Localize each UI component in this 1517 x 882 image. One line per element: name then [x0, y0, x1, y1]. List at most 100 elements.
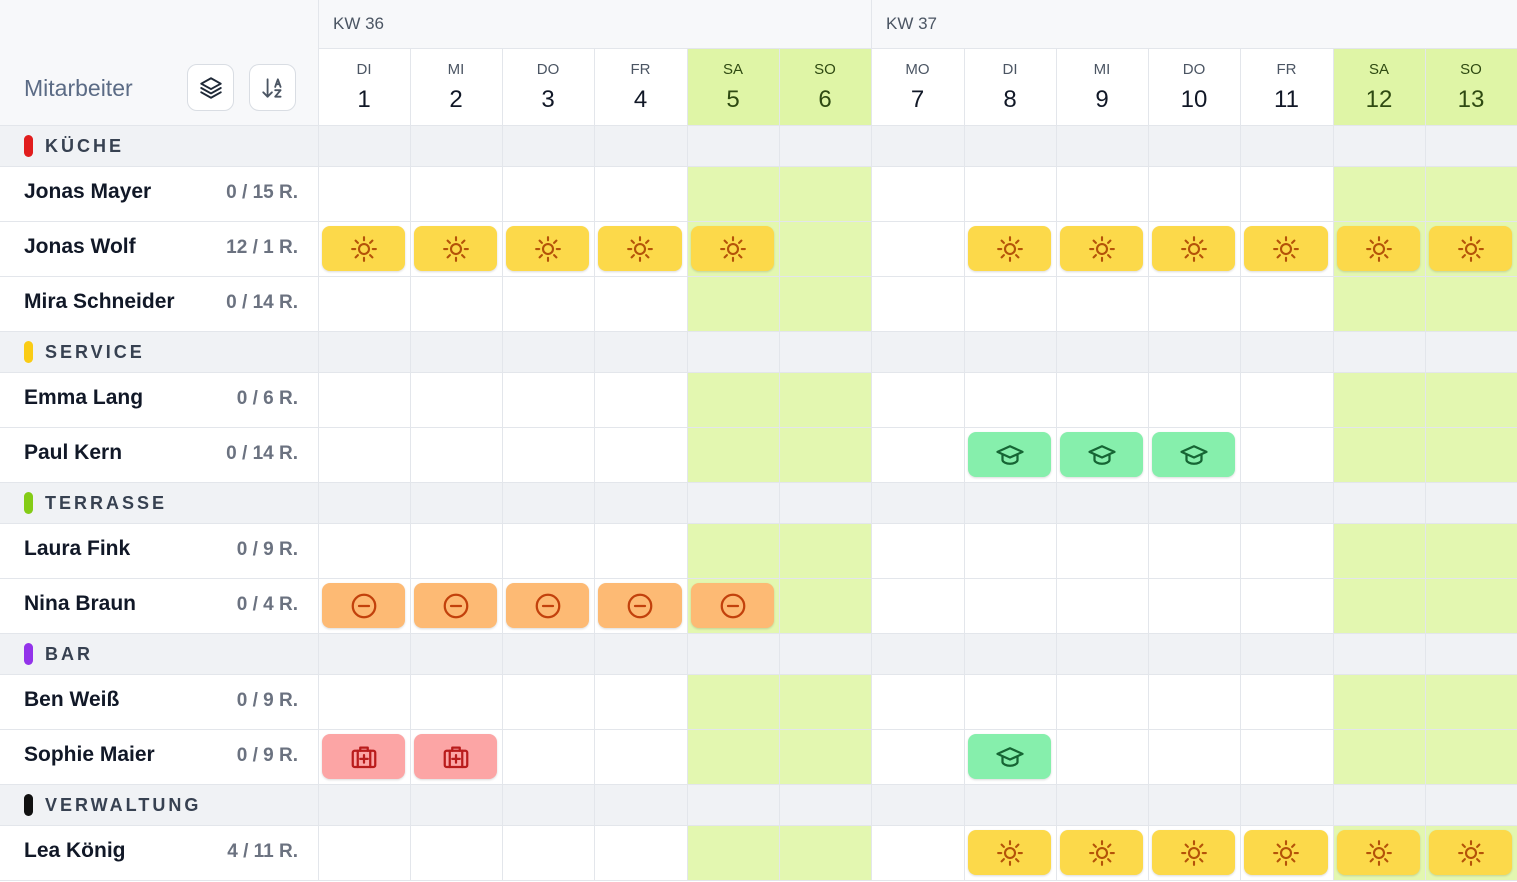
employee-name: Jonas Mayer	[24, 180, 152, 203]
absence-planner: KW 36 KW 37 Mitarbeiter DI 1 MI 2 DO 3 FR 4 SA 5 S…	[0, 0, 1517, 882]
column-divider	[1333, 48, 1334, 880]
weekend-cell-bg	[1425, 523, 1517, 578]
row-divider-line	[0, 331, 1517, 332]
day-number-label: 12	[1365, 86, 1393, 113]
day-name-label: FR	[1276, 61, 1297, 78]
vacation-tile[interactable]	[1152, 830, 1235, 875]
vacation-tile[interactable]	[1429, 830, 1512, 875]
group-row-bg	[0, 331, 1517, 372]
column-divider	[1148, 48, 1149, 880]
employee-row[interactable]: Nina Braun 0 / 4 R.	[0, 578, 318, 633]
absence-tile[interactable]	[598, 583, 682, 628]
employee-name: Nina Braun	[24, 592, 137, 615]
column-divider	[1240, 48, 1241, 880]
employee-count: 0 / 4 R.	[236, 594, 298, 615]
weekend-cell-bg	[687, 674, 779, 729]
vacation-tile[interactable]	[414, 226, 497, 271]
day-name-label: DI	[356, 61, 372, 78]
day-header-6: SO 6	[779, 48, 871, 125]
day-header-1: DI 1	[318, 48, 410, 125]
sun-icon	[534, 235, 561, 262]
employee-row[interactable]: Jonas Mayer 0 / 15 R.	[0, 166, 318, 221]
day-header-12: SA 12	[1333, 48, 1425, 125]
week-label-kw36: KW 36	[333, 14, 385, 33]
day-header-7: MO 7	[871, 48, 964, 125]
row-divider-line	[0, 482, 1517, 483]
sun-icon	[1365, 839, 1392, 866]
column-divider	[1056, 48, 1057, 880]
column-divider	[871, 0, 872, 880]
vacation-tile[interactable]	[1337, 830, 1420, 875]
vacation-tile[interactable]	[1152, 226, 1235, 271]
vacation-tile[interactable]	[322, 226, 405, 271]
employee-row[interactable]: Lea König 4 / 11 R.	[0, 825, 318, 880]
sun-icon	[1273, 235, 1299, 262]
employee-count: 0 / 6 R.	[236, 388, 298, 409]
layers-icon	[199, 76, 222, 99]
vacation-tile[interactable]	[968, 830, 1051, 875]
sick-tile[interactable]	[414, 734, 497, 779]
vacation-tile[interactable]	[1060, 226, 1143, 271]
sun-icon	[1088, 839, 1115, 866]
vacation-tile[interactable]	[506, 226, 589, 271]
day-name-label: MO	[905, 61, 930, 78]
training-tile[interactable]	[968, 734, 1051, 779]
day-number-label: 11	[1274, 86, 1299, 113]
weekend-cell-bg	[1333, 276, 1425, 331]
vacation-tile[interactable]	[1244, 226, 1328, 271]
vacation-tile[interactable]	[968, 226, 1051, 271]
header-divider-line	[0, 125, 1517, 126]
employee-name: Paul Kern	[24, 441, 123, 464]
group-layers-button[interactable]	[187, 64, 234, 111]
training-tile[interactable]	[1060, 432, 1143, 477]
employee-row[interactable]: Ben Weiß 0 / 9 R.	[0, 674, 318, 729]
absence-tile[interactable]	[414, 583, 497, 628]
column-divider	[687, 48, 688, 880]
employee-column-header: Mitarbeiter	[24, 75, 133, 101]
employee-row[interactable]: Mira Schneider 0 / 14 R.	[0, 276, 318, 331]
group-row-bg	[0, 482, 1517, 523]
sick-tile[interactable]	[322, 734, 405, 779]
day-header-8: DI 8	[964, 48, 1056, 125]
day-name-label: SO	[1460, 61, 1482, 78]
first-aid-kit-icon	[351, 746, 376, 768]
day-number-label: 10	[1180, 86, 1208, 113]
employee-row[interactable]: Emma Lang 0 / 6 R.	[0, 372, 318, 427]
absence-tile[interactable]	[506, 583, 589, 628]
group-row-bg	[0, 125, 1517, 166]
training-tile[interactable]	[1152, 432, 1235, 477]
vacation-tile[interactable]	[1429, 226, 1512, 271]
employee-count: 4 / 11 R.	[227, 841, 298, 862]
day-number-label: 13	[1457, 86, 1485, 113]
weekend-cell-bg	[687, 825, 779, 880]
employee-row[interactable]: Laura Fink 0 / 9 R.	[0, 523, 318, 578]
employee-row[interactable]: Jonas Wolf 12 / 1 R.	[0, 221, 318, 276]
employee-row[interactable]: Sophie Maier 0 / 9 R.	[0, 729, 318, 784]
training-tile[interactable]	[968, 432, 1051, 477]
day-header-13: SO 13	[1425, 48, 1517, 125]
employee-count: 0 / 15 R.	[226, 182, 298, 203]
vacation-tile[interactable]	[1060, 830, 1143, 875]
employee-row[interactable]: Paul Kern 0 / 14 R.	[0, 427, 318, 482]
vacation-tile[interactable]	[1337, 226, 1420, 271]
vacation-tile[interactable]	[598, 226, 682, 271]
absence-tile[interactable]	[691, 583, 774, 628]
vacation-tile[interactable]	[691, 226, 774, 271]
weekend-cell-bg	[779, 578, 871, 633]
weekend-cell-bg	[779, 276, 871, 331]
weekend-cell-bg	[779, 372, 871, 427]
minus-circle-icon	[627, 593, 653, 618]
sun-icon	[1088, 235, 1115, 262]
vacation-tile[interactable]	[1244, 830, 1328, 875]
employee-name: Ben Weiß	[24, 688, 120, 711]
column-divider	[318, 0, 319, 880]
column-divider	[502, 48, 503, 880]
sort-alpha-icon	[261, 77, 282, 98]
group-label: VERWALTUNG	[45, 795, 202, 815]
group-color-marker	[24, 492, 33, 514]
first-aid-kit-icon	[443, 746, 468, 768]
absence-tile[interactable]	[322, 583, 405, 628]
employee-name: Jonas Wolf	[24, 235, 136, 258]
sort-button[interactable]	[249, 64, 296, 111]
day-number-label: 9	[1095, 86, 1109, 113]
